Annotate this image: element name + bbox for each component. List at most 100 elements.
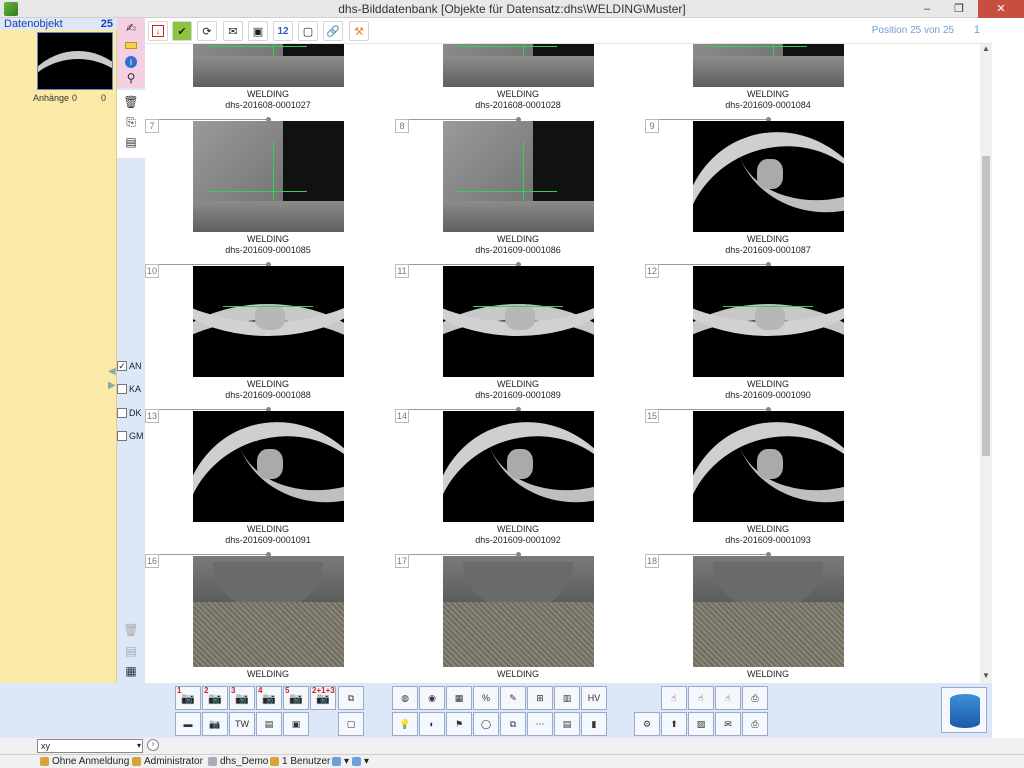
delete-icon[interactable]: 🗑 [122,94,140,110]
link-icon[interactable]: ⚲ [122,70,140,86]
camera-slot-button[interactable]: 📷 1 [175,686,201,710]
image-tile[interactable]: 17 WELDING [395,552,645,683]
tile-image[interactable] [693,556,844,667]
sync-icon[interactable]: ⟳ [197,21,217,41]
camera-slot-button[interactable]: 📷 2 [202,686,228,710]
window-capture-button[interactable]: ▢ [338,712,364,736]
edit-disabled-icon[interactable]: ▤ [122,643,140,659]
check-icon[interactable]: ✔ [172,21,192,41]
window-menu[interactable]: ▾ [332,756,349,767]
tile-image[interactable] [443,411,594,522]
database-button[interactable] [941,687,987,733]
layers-button[interactable]: ⧉ [500,712,526,736]
expand-arrow-icon[interactable]: ▶ [108,380,116,391]
image-button[interactable]: ▨ [688,712,714,736]
grid-button[interactable]: ⊞ [527,686,553,710]
delete-disabled-icon[interactable]: 🗑 [122,622,140,638]
hand-green-button[interactable]: ☝ [688,686,714,710]
image-tile[interactable]: 16 WELDING [145,552,395,683]
upload-button[interactable]: ⬆ [661,712,687,736]
tile-image[interactable] [443,121,594,232]
data-object-thumbnail[interactable] [37,32,113,90]
video-camera-button[interactable]: ▬ [175,712,201,736]
frame-icon[interactable]: ▢ [298,21,318,41]
copy-icon[interactable]: ⎘ [122,114,140,130]
spectrum-button[interactable]: ▤ [554,712,580,736]
image-tile[interactable]: 14 WELDING dhs-201609-0001092 [395,407,645,554]
settings-button[interactable]: ⚙ [634,712,660,736]
tile-image[interactable] [693,121,844,232]
tile-image[interactable] [443,266,594,377]
dark-image-button[interactable]: ◐ [419,712,445,736]
camera-slot-button[interactable]: 📷 4 [256,686,282,710]
image-tile[interactable]: WELDING dhs-201608-0001028 [395,44,645,119]
document-menu[interactable]: ▾ [352,756,369,767]
histogram-button[interactable]: ▥ [554,686,580,710]
photo-camera-button[interactable]: 📷 [202,712,228,736]
collapse-arrow-icon[interactable]: ◀ [108,366,116,377]
vertical-scrollbar[interactable]: ▲ ▼ [980,44,992,683]
minimize-button[interactable]: – [912,0,942,18]
screen-capture-button[interactable]: ▣ [283,712,309,736]
tile-image[interactable] [693,411,844,522]
eye-button[interactable]: ◉ [419,686,445,710]
percent-button[interactable]: % [473,686,499,710]
tile-image[interactable] [443,44,594,87]
image-tile[interactable]: 7 WELDING dhs-201609-0001085 [145,117,395,264]
print-icon[interactable]: ▦ [122,663,140,679]
scroll-thumb[interactable] [982,156,990,456]
print-preview-button[interactable]: ⎙ [742,712,768,736]
hv-button[interactable]: HV [581,686,607,710]
tile-image[interactable] [193,121,344,232]
scanner-button[interactable]: ▤ [256,712,282,736]
image-tile[interactable]: WELDING dhs-201609-0001084 [645,44,895,119]
signature-icon[interactable]: ✍ [122,20,140,36]
hand-button[interactable]: ☝ [661,686,687,710]
monitor-icon[interactable]: ▣ [248,21,268,41]
tile-image[interactable] [443,556,594,667]
hand-yellow-button[interactable]: ☝ [715,686,741,710]
numbering-icon[interactable]: 12 [273,21,293,41]
printer-button[interactable]: ⎙ [742,686,768,710]
tile-image[interactable] [193,266,344,377]
bulb-button[interactable]: 💡 [392,712,418,736]
tile-image[interactable] [193,411,344,522]
dots-button[interactable]: ⋯ [527,712,553,736]
import-icon[interactable]: ↓ [148,21,168,41]
chart-button[interactable]: ▮ [581,712,607,736]
camera-slot-button[interactable]: 📷 5 [283,686,309,710]
maximize-button[interactable]: ❐ [944,0,974,18]
profile-select[interactable]: xy ▾ [37,739,143,753]
network-button[interactable]: ⧉ [338,686,364,710]
camera-slot-button[interactable]: 📷 3 [229,686,255,710]
circle-button[interactable]: ◯ [473,712,499,736]
go-button[interactable]: › [147,739,159,751]
measure-button[interactable]: ✎ [500,686,526,710]
flag-button[interactable]: ⚑ [446,712,472,736]
twain-button[interactable]: TW [229,712,255,736]
image-tile[interactable]: 12 WELDING dhs-201609-0001090 [645,262,895,409]
mail-button[interactable]: ✉ [715,712,741,736]
tile-image[interactable] [193,556,344,667]
image-tile[interactable]: 15 WELDING dhs-201609-0001093 [645,407,895,554]
image-tile[interactable]: 8 WELDING dhs-201609-0001086 [395,117,645,264]
scroll-down-icon[interactable]: ▼ [980,671,992,683]
image-tile[interactable]: WELDING dhs-201608-0001027 [145,44,395,119]
image-tile[interactable]: 10 WELDING dhs-201609-0001088 [145,262,395,409]
camera-slot-button[interactable]: 📷 2+1+3 [310,686,336,710]
tools-icon[interactable]: ⚒ [349,21,369,41]
tile-image[interactable] [193,44,344,87]
label-icon[interactable] [122,37,140,53]
image-tile[interactable]: 9 WELDING dhs-201609-0001087 [645,117,895,264]
scroll-up-icon[interactable]: ▲ [980,44,992,56]
image-tile[interactable]: 18 WELDING [645,552,895,683]
mail-icon[interactable]: ✉ [223,21,243,41]
palette-button[interactable]: ▦ [446,686,472,710]
tile-image[interactable] [693,266,844,377]
close-button[interactable]: ✕ [978,0,1024,18]
info-icon[interactable]: i [122,54,140,70]
color-wheel-button[interactable]: ◍ [392,686,418,710]
image-tile[interactable]: 11 WELDING dhs-201609-0001089 [395,262,645,409]
tile-image[interactable] [693,44,844,87]
image-tile[interactable]: 13 WELDING dhs-201609-0001091 [145,407,395,554]
